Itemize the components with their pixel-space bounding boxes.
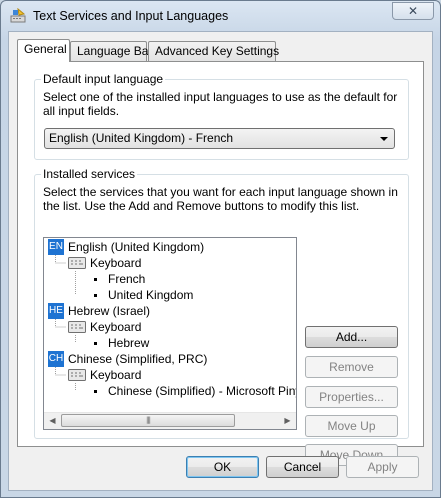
horizontal-scrollbar[interactable]: ◀ ||| ▶ xyxy=(44,412,296,429)
add-button[interactable]: Add... xyxy=(305,326,398,348)
language-badge-he: HE xyxy=(48,303,64,319)
scroll-left-arrow-icon[interactable]: ◀ xyxy=(44,413,61,429)
text-services-icon xyxy=(10,8,26,23)
dropdown-selected-value: English (United Kingdom) - French xyxy=(49,131,234,145)
language-badge-ch: CH xyxy=(48,351,64,367)
properties-button[interactable]: Properties... xyxy=(305,386,398,408)
tree-category-keyboard[interactable]: Keyboard xyxy=(68,255,268,271)
tree-item-french[interactable]: French xyxy=(94,271,294,287)
service-label: United Kingdom xyxy=(108,288,194,302)
installed-services-description: Select the services that you want for ea… xyxy=(43,185,398,213)
category-label: Keyboard xyxy=(90,368,142,382)
close-icon: ✕ xyxy=(407,4,419,18)
keyboard-icon xyxy=(68,369,86,381)
language-name: English (United Kingdom) xyxy=(68,240,205,254)
bullet-icon xyxy=(94,278,97,281)
category-label: Keyboard xyxy=(90,320,142,334)
tree-category-keyboard[interactable]: Keyboard xyxy=(68,319,268,335)
apply-button[interactable]: Apply xyxy=(346,456,419,478)
tab-advanced-key-settings[interactable]: Advanced Key Settings xyxy=(148,41,279,61)
general-tab-panel: Default input language Select one of the… xyxy=(17,61,424,466)
bullet-icon xyxy=(94,342,97,345)
installed-services-group: Installed services Select the services t… xyxy=(34,167,409,466)
tab-general[interactable]: General xyxy=(17,39,70,62)
service-label: French xyxy=(108,272,146,286)
service-label: Hebrew xyxy=(108,336,150,350)
category-label: Keyboard xyxy=(90,256,142,270)
tree-item-united-kingdom[interactable]: United Kingdom xyxy=(94,287,294,303)
service-label: Chinese (Simplified) - Microsoft Pinyin … xyxy=(108,384,296,398)
move-up-button[interactable]: Move Up xyxy=(305,415,398,437)
chevron-down-icon xyxy=(380,137,388,141)
cancel-button[interactable]: Cancel xyxy=(266,456,339,478)
default-input-language-label: Default input language xyxy=(41,72,166,86)
tree-item-hebrew[interactable]: Hebrew xyxy=(94,335,294,351)
language-name: Hebrew (Israel) xyxy=(68,304,151,318)
scrollbar-thumb[interactable]: ||| xyxy=(61,414,235,427)
keyboard-icon xyxy=(68,257,86,269)
remove-button[interactable]: Remove xyxy=(305,356,398,378)
scroll-right-arrow-icon[interactable]: ▶ xyxy=(279,413,296,429)
close-button[interactable]: ✕ xyxy=(392,2,434,20)
language-badge-en: EN xyxy=(48,239,64,255)
default-input-language-description: Select one of the installed input langua… xyxy=(43,90,398,118)
window-title: Text Services and Input Languages xyxy=(33,9,229,23)
dialog-client-area: General Language Bar Advanced Key Settin… xyxy=(8,31,433,491)
tree-language-chinese[interactable]: CH Chinese (Simplified, PRC) xyxy=(48,351,294,367)
keyboard-icon xyxy=(68,321,86,333)
bullet-icon xyxy=(94,390,97,393)
ok-button[interactable]: OK xyxy=(186,456,259,478)
tree-language-english[interactable]: EN English (United Kingdom) xyxy=(48,239,294,255)
tree-language-hebrew[interactable]: HE Hebrew (Israel) xyxy=(48,303,294,319)
dialog-window: Text Services and Input Languages ✕ Gene… xyxy=(0,0,441,498)
installed-services-label: Installed services xyxy=(41,167,138,181)
installed-services-tree[interactable]: EN English (United Kingdom) Keyboard Fre… xyxy=(43,237,297,430)
default-input-language-dropdown[interactable]: English (United Kingdom) - French xyxy=(44,128,395,149)
bullet-icon xyxy=(94,294,97,297)
tab-language-bar[interactable]: Language Bar xyxy=(70,41,152,61)
title-bar[interactable]: Text Services and Input Languages ✕ xyxy=(1,1,440,31)
language-name: Chinese (Simplified, PRC) xyxy=(68,352,208,366)
default-input-language-group: Default input language Select one of the… xyxy=(34,72,409,160)
tree-item-chinese-pinyin[interactable]: Chinese (Simplified) - Microsoft Pinyin … xyxy=(94,383,296,399)
tree-category-keyboard[interactable]: Keyboard xyxy=(68,367,268,383)
